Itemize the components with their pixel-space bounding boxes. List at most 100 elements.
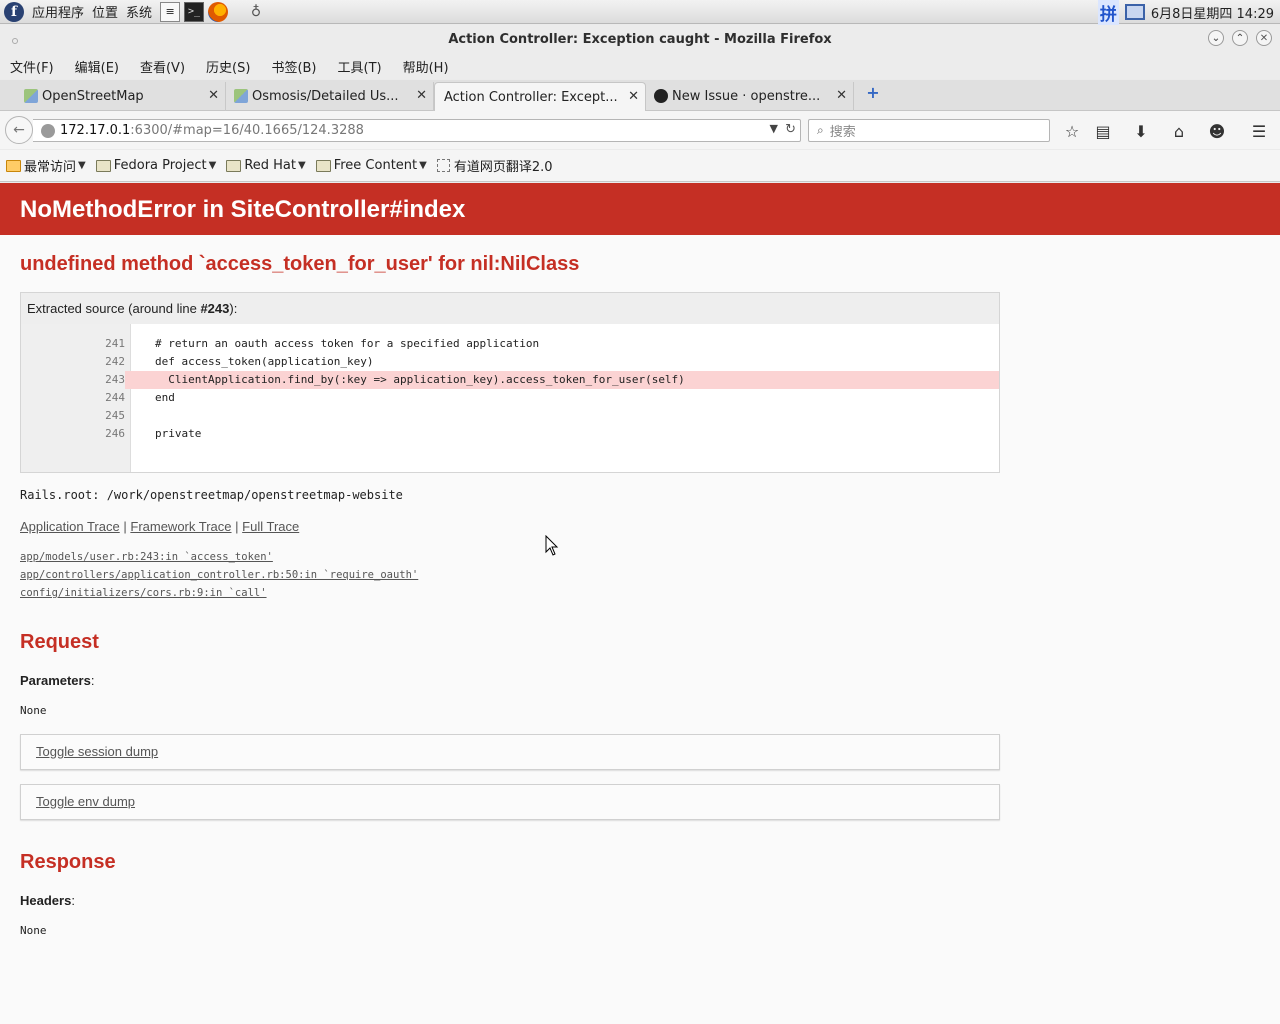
code-text: def access_token(application_key) [155,355,374,368]
menu-bookmarks[interactable]: 书签(B) [271,57,316,76]
window-titlebar: Action Controller: Exception caught - Mo… [0,25,1280,53]
panel-menu-places[interactable]: 位置 [92,2,118,21]
panel-menu-system[interactable]: 系统 [126,2,152,21]
framework-trace-link[interactable]: Framework Trace [130,519,231,534]
menubar: 文件(F) 编辑(E) 查看(V) 历史(S) 书签(B) 工具(T) 帮助(H… [0,53,1280,79]
chat-icon[interactable]: ☻ [1207,121,1227,141]
full-trace-link[interactable]: Full Trace [242,519,299,534]
search-input[interactable]: ⌕ 搜索 [808,119,1050,142]
source-caption-prefix: Extracted source (around line [27,301,201,316]
trace-line[interactable]: app/controllers/application_controller.r… [20,566,418,584]
window-title: Action Controller: Exception caught - Mo… [448,31,832,47]
folder-icon [315,159,331,172]
terminal-launcher-icon[interactable]: >_ [184,1,205,22]
chevron-down-icon: ▼ [298,160,306,171]
osm-icon [24,89,38,103]
source-caption-line: #243 [200,301,230,316]
parameters-value: None [20,704,47,717]
menu-history[interactable]: 历史(S) [206,57,250,76]
menu-tools[interactable]: 工具(T) [338,57,382,76]
text-editor-launcher-icon[interactable]: ≡ [160,1,181,22]
url-bar[interactable]: 172.17.0.1:6300/#map=16/40.1665/124.3288… [33,119,801,142]
session-dump-box: Toggle session dump [20,734,1000,770]
tab-openstreetmap[interactable]: OpenStreetMap ✕ [18,82,226,111]
rails-root: Rails.root: /work/openstreetmap/openstre… [20,488,403,502]
site-info-icon[interactable] [41,123,55,138]
window-menu-icon[interactable] [12,38,18,44]
application-trace-link[interactable]: Application Trace [20,519,120,534]
panel-tray: 拼 6月8日星期四 14:29 [1097,0,1274,25]
tab-label: New Issue · openstre... [672,89,821,104]
panel-menu-applications[interactable]: 应用程序 [32,2,84,21]
error-header: NoMethodError in SiteController#index [0,183,1280,235]
bookmarks-toolbar: 最常访问 ▼ Fedora Project ▼ Red Hat ▼ Free C… [0,150,1280,182]
tab-close-icon[interactable]: ✕ [628,89,639,104]
line-number: 245 [105,409,125,422]
fedora-logo-icon[interactable]: f [4,1,24,22]
chevron-down-icon[interactable]: ▼ [770,122,778,135]
trace-tabs: Application Trace | Framework Trace | Fu… [20,519,299,534]
bookmark-free-content[interactable]: Free Content ▼ [315,158,427,173]
code-line: 245 [21,407,999,425]
tab-action-controller[interactable]: Action Controller: Except... ✕ [434,82,646,111]
minimize-icon[interactable]: ⌄ [1208,30,1224,46]
panel-clock[interactable]: 6月8日星期四 14:29 [1151,3,1274,22]
headers-value: None [20,924,47,937]
menu-view[interactable]: 查看(V) [140,57,185,76]
microphone-icon[interactable]: ♁ [246,2,266,22]
env-dump-box: Toggle env dump [20,784,1000,820]
headers-label-text: Headers [20,893,72,908]
headers-label: Headers: [20,893,75,908]
back-arrow-icon[interactable]: ← [5,116,33,144]
bookmark-fedora-project[interactable]: Fedora Project ▼ [95,158,216,173]
tab-label: Osmosis/Detailed Us... [252,89,399,104]
toggle-env-dump-link[interactable]: Toggle env dump [36,794,135,809]
network-icon[interactable] [1124,4,1145,20]
toggle-session-dump-link[interactable]: Toggle session dump [36,744,158,759]
bookmark-label: Red Hat [244,158,296,173]
bookmark-youdao-translate[interactable]: 有道网页翻译2.0 [436,156,553,175]
tab-close-icon[interactable]: ✕ [416,88,427,103]
tab-close-icon[interactable]: ✕ [836,88,847,103]
source-code: 241 # return an oauth access token for a … [21,324,999,472]
reload-icon[interactable]: ↻ [785,122,796,137]
reading-list-icon[interactable]: ▤ [1093,121,1113,141]
download-icon[interactable]: ⬇ [1131,121,1151,141]
line-number: 242 [105,355,125,368]
line-number: 241 [105,337,125,350]
bookmark-label: 有道网页翻译2.0 [453,160,553,175]
extracted-source: Extracted source (around line #243): 241… [20,292,1000,473]
bookmark-most-visited[interactable]: 最常访问 ▼ [6,156,86,175]
firefox-launcher-icon[interactable] [208,1,229,22]
folder-icon [226,159,242,172]
bookmark-label: 最常访问 [24,160,77,175]
home-icon[interactable]: ⌂ [1169,121,1189,141]
close-window-icon[interactable]: ✕ [1256,30,1272,46]
tab-label: OpenStreetMap [42,89,144,104]
bookmark-star-icon[interactable]: ☆ [1062,121,1082,141]
request-heading: Request [20,631,99,653]
tab-osmosis[interactable]: Osmosis/Detailed Us... ✕ [228,82,434,111]
code-line: 244 end [21,389,999,407]
menu-help[interactable]: 帮助(H) [403,57,449,76]
trace-list: app/models/user.rb:243:in `access_token'… [20,548,418,602]
tab-new-issue[interactable]: New Issue · openstre... ✕ [648,82,854,111]
code-line: 241 # return an oauth access token for a … [21,335,999,353]
osm-icon [234,89,248,103]
bookmark-red-hat[interactable]: Red Hat ▼ [226,158,306,173]
hamburger-menu-icon[interactable]: ☰ [1249,121,1269,141]
folder-icon [6,159,21,172]
error-message: undefined method `access_token_for_user'… [20,253,580,275]
menu-file[interactable]: 文件(F) [10,57,54,76]
navigation-toolbar: ← 172.17.0.1:6300/#map=16/40.1665/124.32… [0,111,1280,149]
menu-edit[interactable]: 编辑(E) [75,57,119,76]
search-icon: ⌕ [817,123,824,137]
new-tab-plus-icon[interactable]: + [866,85,880,101]
search-placeholder: 搜索 [829,125,856,140]
maximize-icon[interactable]: ⌃ [1232,30,1248,46]
folder-icon [95,159,111,172]
tab-close-icon[interactable]: ✕ [208,88,219,103]
input-method-icon[interactable]: 拼 [1097,0,1119,25]
trace-line[interactable]: app/models/user.rb:243:in `access_token' [20,548,418,566]
trace-line[interactable]: config/initializers/cors.rb:9:in `call' [20,584,418,602]
